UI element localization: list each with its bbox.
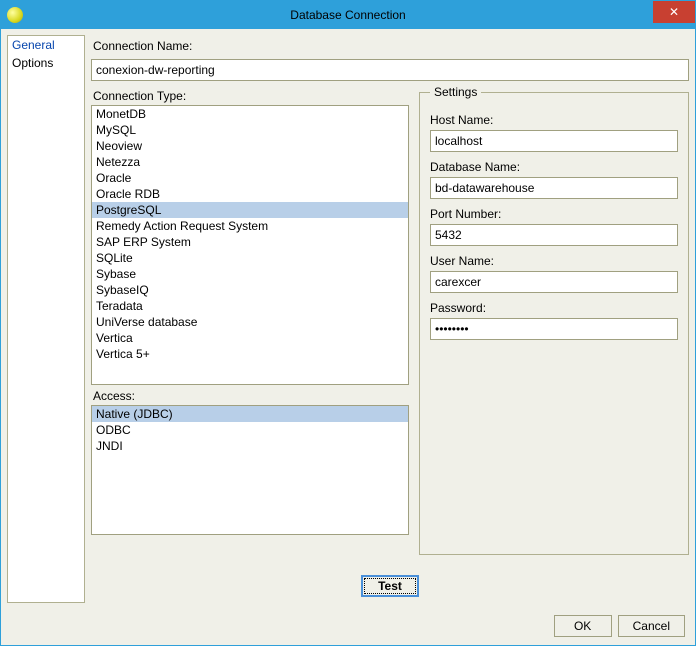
password-input[interactable] <box>430 318 678 340</box>
two-column-area: Connection Type: MonetDBMySQLNeoviewNete… <box>91 85 689 565</box>
connection-type-item[interactable]: SybaseIQ <box>92 282 408 298</box>
settings-fieldset: Settings Host Name: Database Name: Port … <box>419 85 689 555</box>
connection-type-item[interactable]: MySQL <box>92 122 408 138</box>
password-label: Password: <box>430 293 678 318</box>
main-panel: Connection Name: Connection Type: MonetD… <box>91 35 689 603</box>
connection-type-item[interactable]: SQLite <box>92 250 408 266</box>
connection-type-label: Connection Type: <box>91 85 409 105</box>
dialog-content: General Options Connection Name: Connect… <box>1 29 695 609</box>
access-type-item[interactable]: ODBC <box>92 422 408 438</box>
connection-type-listbox[interactable]: MonetDBMySQLNeoviewNetezzaOracleOracle R… <box>91 105 409 385</box>
test-button[interactable]: Test <box>361 575 419 597</box>
database-name-input[interactable] <box>430 177 678 199</box>
connection-type-item[interactable]: Netezza <box>92 154 408 170</box>
host-name-label: Host Name: <box>430 105 678 130</box>
connection-type-item[interactable]: Neoview <box>92 138 408 154</box>
connection-name-label: Connection Name: <box>91 35 689 55</box>
close-icon: ✕ <box>669 5 679 19</box>
window-title: Database Connection <box>290 8 405 22</box>
connection-type-item[interactable]: MonetDB <box>92 106 408 122</box>
connection-type-item[interactable]: Sybase <box>92 266 408 282</box>
port-number-label: Port Number: <box>430 199 678 224</box>
right-column: Settings Host Name: Database Name: Port … <box>419 85 689 565</box>
user-name-label: User Name: <box>430 246 678 271</box>
port-number-input[interactable] <box>430 224 678 246</box>
access-type-item[interactable]: JNDI <box>92 438 408 454</box>
dialog-window: Database Connection ✕ General Options Co… <box>0 0 696 646</box>
ok-button[interactable]: OK <box>554 615 612 637</box>
nav-item-options[interactable]: Options <box>8 54 84 72</box>
connection-name-input[interactable] <box>91 59 689 81</box>
close-button[interactable]: ✕ <box>653 1 695 23</box>
connection-type-item[interactable]: UniVerse database <box>92 314 408 330</box>
app-icon <box>7 7 23 23</box>
host-name-input[interactable] <box>430 130 678 152</box>
connection-type-item[interactable]: SAP ERP System <box>92 234 408 250</box>
connection-type-item[interactable]: Teradata <box>92 298 408 314</box>
nav-item-general[interactable]: General <box>8 36 84 54</box>
user-name-input[interactable] <box>430 271 678 293</box>
connection-type-item[interactable]: Oracle <box>92 170 408 186</box>
connection-type-item[interactable]: Remedy Action Request System <box>92 218 408 234</box>
access-listbox[interactable]: Native (JDBC)ODBCJNDI <box>91 405 409 535</box>
cancel-button[interactable]: Cancel <box>618 615 685 637</box>
connection-type-item[interactable]: Vertica 5+ <box>92 346 408 362</box>
category-nav: General Options <box>7 35 85 603</box>
database-name-label: Database Name: <box>430 152 678 177</box>
connection-type-item[interactable]: Oracle RDB <box>92 186 408 202</box>
access-type-item[interactable]: Native (JDBC) <box>92 406 408 422</box>
left-column: Connection Type: MonetDBMySQLNeoviewNete… <box>91 85 409 565</box>
connection-type-item[interactable]: Vertica <box>92 330 408 346</box>
connection-type-item[interactable]: PostgreSQL <box>92 202 408 218</box>
dialog-button-bar: OK Cancel <box>1 609 695 645</box>
titlebar: Database Connection ✕ <box>1 1 695 29</box>
test-button-row: Test <box>91 569 689 603</box>
settings-legend: Settings <box>430 85 481 99</box>
access-label: Access: <box>91 385 409 405</box>
